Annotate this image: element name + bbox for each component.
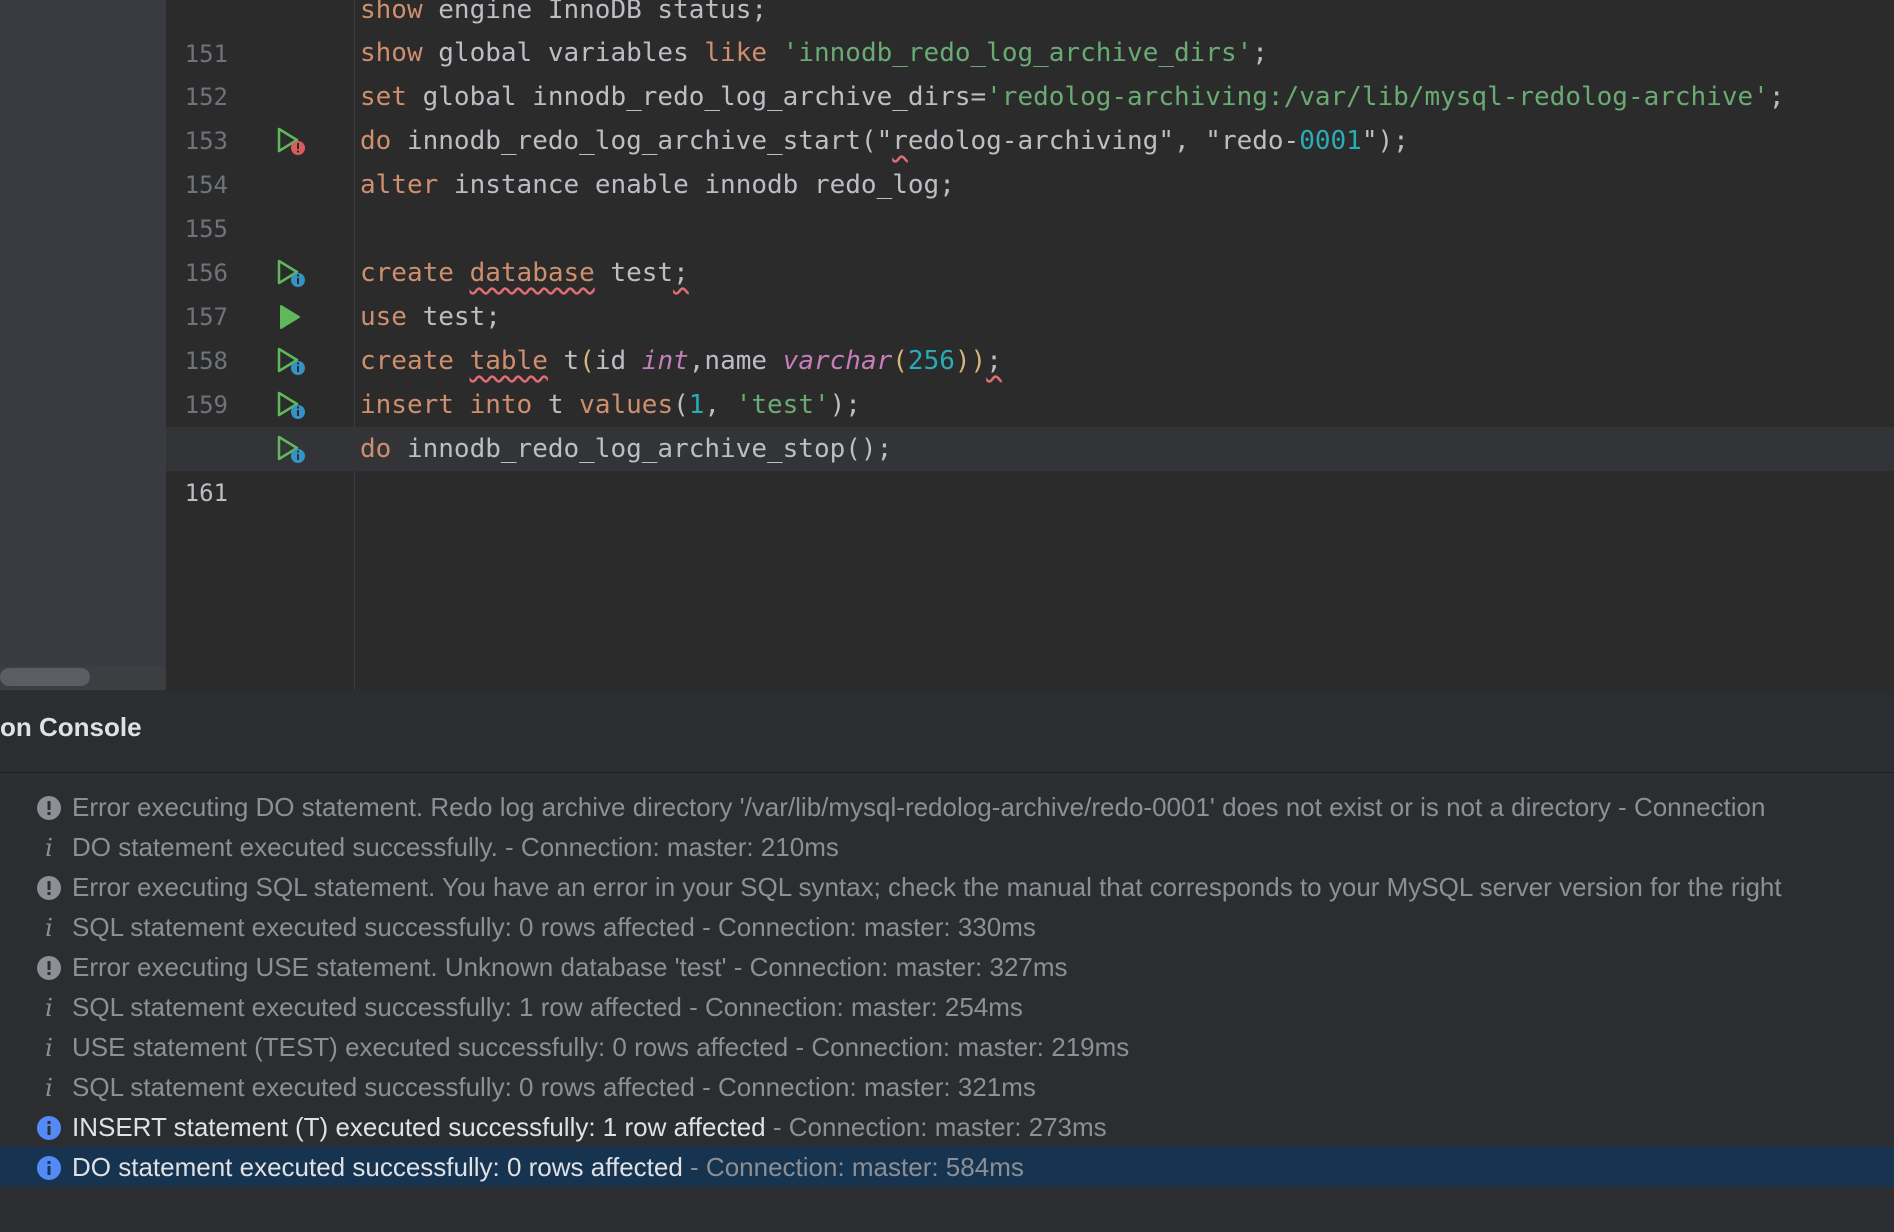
console-output[interactable]: Error executing DO statement. Redo log a… bbox=[0, 773, 1894, 1232]
project-panel bbox=[0, 0, 166, 690]
code-line-153[interactable]: 153 set global innodb_redo_log_archive_d… bbox=[166, 75, 1894, 155]
console-message[interactable]: INSERT statement (T) executed successful… bbox=[0, 1107, 1894, 1147]
code-line-159[interactable]: 159 create table t(id int,name varchar(2… bbox=[166, 339, 1894, 419]
svg-text:i: i bbox=[45, 915, 53, 941]
svg-text:i: i bbox=[45, 1035, 53, 1061]
info-icon: i bbox=[45, 1035, 53, 1061]
console-message[interactable]: i SQL statement executed successfully: 0… bbox=[0, 907, 1894, 947]
code-line-151[interactable]: 151 show engine InnoDB status; bbox=[166, 0, 1894, 68]
console-message[interactable]: i SQL statement executed successfully: 0… bbox=[0, 1067, 1894, 1107]
code-line-157[interactable]: 157 create database test; bbox=[166, 251, 1894, 331]
console-message[interactable]: Error executing DO statement. Redo log a… bbox=[0, 787, 1894, 827]
console-message-selected[interactable]: DO statement executed successfully: 0 ro… bbox=[0, 1147, 1894, 1187]
run-info-icon[interactable] bbox=[275, 435, 307, 465]
code-line-154[interactable]: 154 do innodb_redo_log_archive_start("re… bbox=[166, 119, 1894, 199]
error-icon bbox=[37, 876, 61, 900]
code-text: alter instance enable innodb redo_log; bbox=[360, 170, 955, 200]
console-message[interactable]: Error executing SQL statement. You have … bbox=[0, 867, 1894, 907]
console-message[interactable]: i DO statement executed successfully. - … bbox=[0, 827, 1894, 867]
console-message[interactable]: i SQL statement executed successfully: 1… bbox=[0, 987, 1894, 1027]
svg-text:i: i bbox=[45, 835, 53, 861]
run-error-icon[interactable] bbox=[275, 127, 307, 157]
svg-text:i: i bbox=[45, 995, 53, 1021]
code-text: show engine InnoDB status; bbox=[360, 0, 767, 25]
code-text: do innodb_redo_log_archive_start("redolo… bbox=[360, 126, 1409, 156]
info-icon: i bbox=[45, 915, 53, 941]
code-text: create table t(id int,name varchar(256))… bbox=[360, 346, 1002, 376]
console-message[interactable]: i USE statement (TEST) executed successf… bbox=[0, 1027, 1894, 1067]
run-icon[interactable] bbox=[275, 303, 307, 333]
error-icon bbox=[37, 956, 61, 980]
info-icon: i bbox=[45, 995, 53, 1021]
info-icon: i bbox=[45, 835, 53, 861]
info-circle-icon bbox=[37, 1156, 61, 1180]
line-number: 161 bbox=[184, 479, 228, 507]
console-title: on Console bbox=[0, 712, 142, 742]
code-line-152[interactable]: 152 show global variables like 'innodb_r… bbox=[166, 31, 1894, 111]
code-text: create database test; bbox=[360, 258, 689, 288]
console-message[interactable]: Error executing USE statement. Unknown d… bbox=[0, 947, 1894, 987]
console-header: on Console bbox=[0, 690, 1894, 773]
code-text: do innodb_redo_log_archive_stop(); bbox=[360, 434, 893, 464]
code-line-155[interactable]: 155 alter instance enable innodb redo_lo… bbox=[166, 163, 1894, 243]
code-line-156[interactable]: 156 bbox=[166, 207, 1894, 287]
code-text: show global variables like 'innodb_redo_… bbox=[360, 38, 1268, 68]
code-text: insert into t values(1, 'test'); bbox=[360, 390, 861, 420]
run-info-icon[interactable] bbox=[275, 259, 307, 289]
info-circle-icon bbox=[37, 1116, 61, 1140]
code-text: use test; bbox=[360, 302, 501, 332]
run-info-icon[interactable] bbox=[275, 347, 307, 377]
code-line-161[interactable]: 161 do innodb_redo_log_archive_stop(); bbox=[166, 427, 1894, 507]
code-text: set global innodb_redo_log_archive_dirs=… bbox=[360, 82, 1785, 112]
info-icon: i bbox=[45, 1075, 53, 1101]
svg-text:i: i bbox=[45, 1075, 53, 1101]
error-icon bbox=[37, 796, 61, 820]
run-info-icon[interactable] bbox=[275, 391, 307, 421]
code-line-158[interactable]: 158 use test; bbox=[166, 295, 1894, 375]
horizontal-scrollbar-thumb[interactable] bbox=[0, 668, 90, 686]
code-line-160[interactable]: 160 insert into t values(1, 'test'); bbox=[166, 383, 1894, 463]
